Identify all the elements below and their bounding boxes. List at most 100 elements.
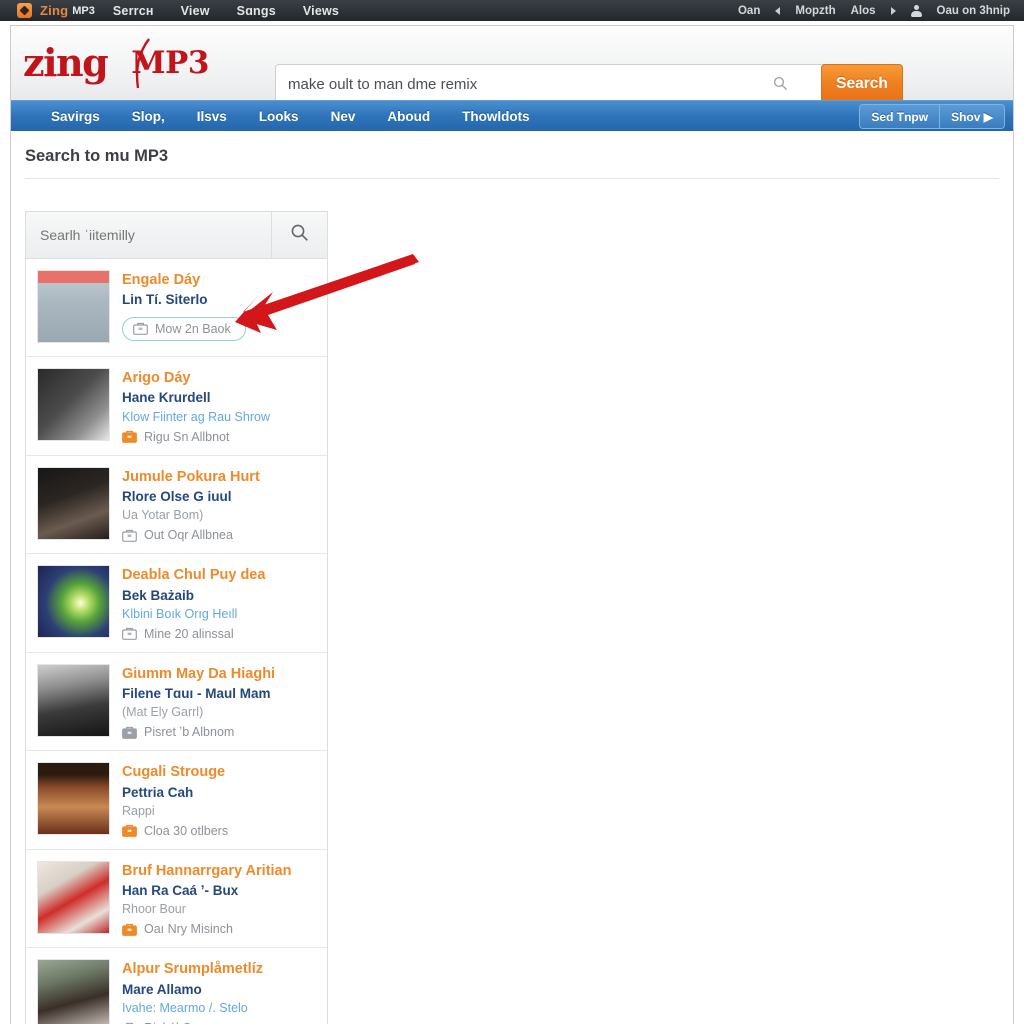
result-subtitle[interactable]: Pettria Cah xyxy=(122,785,317,801)
filter-search-button[interactable] xyxy=(271,212,327,258)
album-orange-icon xyxy=(122,923,137,936)
result-action[interactable]: Pisret ʼb Albnom xyxy=(122,725,317,739)
result-row[interactable]: Giumm May Da Hiaghi Filene Tɑuı - Maul Ma… xyxy=(26,653,327,752)
result-note: (Mat Ely Garrl) xyxy=(122,705,204,720)
nav-item-4[interactable]: Nev xyxy=(315,101,372,132)
result-action[interactable]: Out Oqr Allbnea xyxy=(122,528,317,542)
os-menu-item-0[interactable]: Serrcʜ xyxy=(113,4,154,18)
result-subtitle[interactable]: Han Ra Caá ʼ- Bux xyxy=(122,883,317,899)
result-meta: Deabla Chul Puy dea Bek Bażaib Klbini Boık… xyxy=(122,565,317,641)
caret-left-icon xyxy=(775,6,781,15)
os-right-item-1[interactable]: Mopzth xyxy=(795,5,835,17)
result-note: Klbini Boık Orıg Heıll xyxy=(122,606,238,621)
album-grey-icon xyxy=(122,726,137,739)
result-meta: Jumule Pokura Hurt Rlore Olse G iuul Ua Yo… xyxy=(122,467,317,543)
result-note: Rhoor Bour xyxy=(122,902,186,917)
result-title[interactable]: Jumule Pokura Hurt xyxy=(122,469,317,486)
result-title[interactable]: Engale Dáy xyxy=(122,272,317,289)
result-row[interactable]: Alpur Srumplåmetlíz Mare Allamo Ivahe: Mea… xyxy=(26,948,327,1024)
result-subtitle[interactable]: Filene Tɑuı - Maul Mam xyxy=(122,686,317,702)
result-action[interactable]: Rigu Sn Allbnot xyxy=(122,430,317,444)
result-action[interactable]: Oaı Nry Misinch xyxy=(122,922,317,936)
result-meta: Alpur Srumplåmetlíz Mare Allamo Ivahe: Mea… xyxy=(122,959,317,1024)
result-title[interactable]: Alpur Srumplåmetlíz xyxy=(122,961,317,978)
page-frame: zing MP3 Search Savirgs Slop, Ilsvs Look… xyxy=(10,25,1014,1024)
nav-button-1[interactable]: Shov ▶ xyxy=(939,105,1004,128)
result-row[interactable]: Engale Dáy Lin Tí. Siterlo Mow 2n Baok xyxy=(26,259,327,357)
add-to-album-button[interactable]: Mow 2n Baok xyxy=(122,316,246,341)
result-action-label: Mine 20 alinssal xyxy=(144,626,234,641)
os-right-item-0[interactable]: Oan xyxy=(738,5,760,17)
filter-bar xyxy=(26,212,327,259)
result-row[interactable]: Deabla Chul Puy dea Bek Bażaib Klbini Boık… xyxy=(26,554,327,653)
search-button[interactable]: Search xyxy=(821,64,903,104)
nav-item-2[interactable]: Ilsvs xyxy=(181,101,243,132)
nav-item-1[interactable]: Slop, xyxy=(116,101,181,132)
result-note: Ivahe: Mearmo /. Stelo xyxy=(122,1001,248,1016)
os-brand-label: Zing xyxy=(40,3,69,18)
title-divider xyxy=(25,178,999,179)
album-thumbnail[interactable] xyxy=(37,466,110,540)
os-right-item-3[interactable]: Oau on 3hnip xyxy=(937,5,1010,17)
page-title: Search to mu MP3 xyxy=(25,147,169,165)
nav-item-6[interactable]: Thowldots xyxy=(446,101,546,132)
result-row[interactable]: Arigo Dáy Hane Krurdell Klow Fiinter ag Ra… xyxy=(26,357,327,456)
result-note: Rappi xyxy=(122,803,155,818)
result-subtitle[interactable]: Mare Allamo xyxy=(122,982,317,998)
os-top-bar: Zing MP3 Serrcʜ View Sɑnɡs Views Oan Mop… xyxy=(0,0,1024,21)
result-subtitle[interactable]: Lin Tí. Siterlo xyxy=(122,292,317,308)
app-diamond-icon[interactable] xyxy=(17,3,32,18)
site-logo[interactable]: zing MP3 xyxy=(23,38,209,89)
results-panel: Engale Dáy Lin Tí. Siterlo Mow 2n Baok Arig… xyxy=(25,211,328,1024)
result-row[interactable]: Bruf Hannarrgary Aritian Han Ra Caá ʼ- Bu… xyxy=(26,850,327,949)
result-row[interactable]: Cugali Strouge Pettria Cah Rappi Cloa 30 ot… xyxy=(26,751,327,850)
result-action[interactable]: Cloa 30 otlbers xyxy=(122,824,317,838)
person-icon xyxy=(910,4,922,17)
result-subtitle[interactable]: Bek Bażaib xyxy=(122,588,317,604)
result-subtitle[interactable]: Rlore Olse G iuul xyxy=(122,489,317,505)
album-thumbnail[interactable] xyxy=(37,762,110,836)
result-row[interactable]: Jumule Pokura Hurt Rlore Olse G iuul Ua Yo… xyxy=(26,456,327,555)
nav-item-5[interactable]: Aboud xyxy=(371,101,446,132)
album-icon xyxy=(122,529,137,542)
logo-primary-text: zing xyxy=(23,40,109,85)
result-meta: Arigo Dáy Hane Krurdell Klow Fiinter ag Ra… xyxy=(122,368,317,444)
search-input[interactable] xyxy=(275,64,903,104)
result-title[interactable]: Bruf Hannarrgary Aritian xyxy=(122,863,317,880)
result-title[interactable]: Cugali Strouge xyxy=(122,764,317,781)
os-menu-item-2[interactable]: Sɑnɡs xyxy=(237,4,276,18)
nav-button-0[interactable]: Sed Tnpw xyxy=(860,105,940,128)
result-meta: Bruf Hannarrgary Aritian Han Ra Caá ʼ- Bu… xyxy=(122,861,317,937)
os-menu-item-3[interactable]: Views xyxy=(303,4,339,18)
results-list: Engale Dáy Lin Tí. Siterlo Mow 2n Baok Arig… xyxy=(26,259,327,1024)
album-icon xyxy=(133,322,148,335)
result-action-label: Out Oqr Allbnea xyxy=(144,528,233,543)
album-thumbnail[interactable] xyxy=(37,959,110,1024)
filter-input[interactable] xyxy=(26,212,271,258)
nav-item-3[interactable]: Looks xyxy=(243,101,315,132)
album-thumbnail[interactable] xyxy=(37,860,110,934)
result-title[interactable]: Arigo Dáy xyxy=(122,370,317,387)
os-menu-item-1[interactable]: View xyxy=(181,4,210,18)
result-meta: Cugali Strouge Pettria Cah Rappi Cloa 30 ot… xyxy=(122,762,317,838)
result-action-label: Rigu Sn Allbnot xyxy=(144,429,230,444)
result-subtitle[interactable]: Hane Krurdell xyxy=(122,390,317,406)
result-action-label: Pisret ʼb Albnom xyxy=(144,725,235,740)
result-title[interactable]: Giumm May Da Hiaghi xyxy=(122,666,317,683)
album-thumbnail[interactable] xyxy=(37,663,110,737)
nav-item-0[interactable]: Savirgs xyxy=(35,101,116,132)
album-orange-icon xyxy=(122,824,137,838)
result-title[interactable]: Deabla Chul Puy dea xyxy=(122,567,317,584)
album-icon xyxy=(122,627,137,641)
result-action-label: Oaı Nry Misinch xyxy=(144,922,233,937)
album-thumbnail[interactable] xyxy=(37,565,110,639)
album-thumbnail[interactable] xyxy=(37,270,110,343)
album-thumbnail[interactable] xyxy=(37,368,110,441)
result-action[interactable]: Mine 20 alinssal xyxy=(122,627,317,641)
result-meta: Giumm May Da Hiaghi Filene Tɑuı - Maul Ma… xyxy=(122,664,317,740)
search-bar: Search xyxy=(275,64,903,104)
search-icon xyxy=(290,223,309,247)
nav-button-group: Sed Tnpw Shov ▶ xyxy=(859,104,1005,129)
os-right-item-2[interactable]: Alos xyxy=(851,5,876,17)
magnifier-icon xyxy=(773,76,788,91)
